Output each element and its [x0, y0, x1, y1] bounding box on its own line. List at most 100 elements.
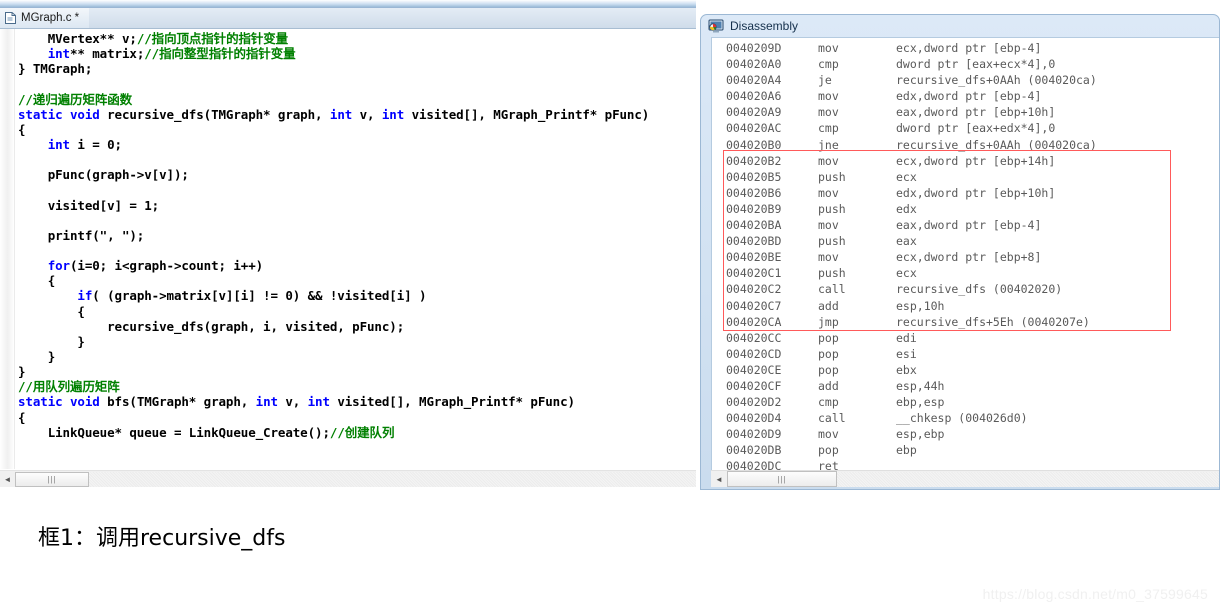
- disassembly-row[interactable]: 004020D2 cmp ebp,esp: [726, 394, 1097, 410]
- instruction-operands: edx: [896, 201, 917, 216]
- scroll-left-arrow-icon[interactable]: ◄: [0, 472, 15, 487]
- instruction-mnemonic: cmp: [818, 395, 839, 410]
- disassembly-row[interactable]: 004020D9 mov esp,ebp: [726, 426, 1097, 442]
- disassembly-row[interactable]: 004020CD pop esi: [726, 346, 1097, 362]
- code-line: LinkQueue* queue = LinkQueue_Create();//…: [18, 424, 395, 440]
- instruction-operands: recursive_dfs+0AAh (004020ca): [896, 73, 1097, 88]
- code-line: static void recursive_dfs(TMGraph* graph…: [18, 106, 650, 122]
- instruction-operands: recursive_dfs+5Eh (0040207e): [896, 314, 1090, 329]
- code-line: int i = 0;: [47, 136, 122, 152]
- instruction-address: 004020D2: [726, 395, 782, 410]
- disassembly-row[interactable]: 004020A6 mov edx,dword ptr [ebp-4]: [726, 88, 1097, 104]
- disassembly-row[interactable]: 004020C7 add esp,10h: [726, 298, 1097, 314]
- disassembly-row[interactable]: 004020B9 push edx: [726, 201, 1097, 217]
- instruction-address: 004020DB: [726, 443, 782, 458]
- code-line: {: [18, 409, 26, 425]
- instruction-operands: ecx,dword ptr [ebp+14h]: [896, 153, 1056, 168]
- instruction-address: 004020B6: [726, 185, 782, 200]
- instruction-operands: ecx,dword ptr [ebp+8]: [896, 250, 1042, 265]
- instruction-address: 004020CC: [726, 330, 782, 345]
- instruction-mnemonic: push: [818, 266, 846, 281]
- disassembly-row[interactable]: 004020CA jmp recursive_dfs+5Eh (0040207e): [726, 314, 1097, 330]
- instruction-address: 004020BA: [726, 218, 782, 233]
- code-line: pFunc(graph->v[v]);: [18, 167, 189, 183]
- disassembly-row[interactable]: 004020B0 jne recursive_dfs+0AAh (004020ca): [726, 137, 1097, 153]
- instruction-operands: edx,dword ptr [ebp+10h]: [896, 185, 1056, 200]
- disassembly-row[interactable]: 004020B6 mov edx,dword ptr [ebp+10h]: [726, 185, 1097, 201]
- tab-mgraph-c[interactable]: MGraph.c *: [0, 8, 90, 28]
- instruction-address: 0040209D: [726, 41, 782, 55]
- disassembly-row[interactable]: 004020BE mov ecx,dword ptr [ebp+8]: [726, 249, 1097, 265]
- instruction-mnemonic: jne: [818, 137, 839, 152]
- instruction-address: 004020C2: [726, 282, 782, 297]
- instruction-address: 004020C1: [726, 266, 782, 281]
- instruction-mnemonic: call: [818, 282, 846, 297]
- code-line: {: [18, 303, 85, 319]
- disassembly-titlebar[interactable]: Disassembly: [701, 15, 1219, 37]
- instruction-mnemonic: mov: [818, 89, 839, 104]
- code-line: visited[v] = 1;: [18, 197, 160, 213]
- instruction-address: 004020B9: [726, 201, 782, 216]
- instruction-operands: esi: [896, 346, 917, 361]
- code-text-area[interactable]: MVertex** v;//指向顶点指针的指针变量 int** matrix;/…: [0, 29, 696, 469]
- disassembly-listing[interactable]: 0040209D mov ecx,dword ptr [ebp-4] 004020A0…: [711, 37, 1219, 482]
- disassembly-row[interactable]: 004020BA mov eax,dword ptr [ebp-4]: [726, 217, 1097, 233]
- instruction-address: 004020AC: [726, 121, 782, 136]
- disassembly-row[interactable]: 004020C2 call recursive_dfs (00402020): [726, 281, 1097, 297]
- instruction-operands: ebp: [896, 443, 917, 458]
- editor-window-top-border: [0, 0, 696, 8]
- disassembly-row[interactable]: 004020A0 cmp dword ptr [eax+ecx*4],0: [726, 56, 1097, 72]
- instruction-operands: ecx: [896, 169, 917, 184]
- instruction-address: 004020A4: [726, 73, 782, 88]
- disassembly-row[interactable]: 004020AC cmp dword ptr [eax+edx*4],0: [726, 120, 1097, 136]
- scrollbar-thumb[interactable]: |||: [15, 471, 89, 487]
- disassembly-row[interactable]: 004020A4 je recursive_dfs+0AAh (004020ca): [726, 72, 1097, 88]
- code-line: {: [18, 121, 26, 137]
- instruction-operands: recursive_dfs+0AAh (004020ca): [896, 137, 1097, 152]
- instruction-mnemonic: add: [818, 378, 839, 393]
- code-line: }: [18, 348, 56, 364]
- instruction-operands: esp,44h: [896, 378, 945, 393]
- disassembly-row[interactable]: 004020A9 mov eax,dword ptr [ebp+10h]: [726, 104, 1097, 120]
- disassembly-row[interactable]: 004020BD push eax: [726, 233, 1097, 249]
- scrollbar-track[interactable]: [837, 471, 1219, 487]
- editor-tab-strip: MGraph.c *: [0, 8, 696, 29]
- disassembly-row[interactable]: 004020D4 call __chkesp (004026d0): [726, 410, 1097, 426]
- code-line: printf(", ");: [18, 227, 145, 243]
- scrollbar-thumb[interactable]: |||: [727, 471, 837, 487]
- instruction-address: 004020BE: [726, 250, 782, 265]
- instruction-operands: esp,10h: [896, 298, 945, 313]
- disassembly-horizontal-scrollbar[interactable]: ◄ |||: [711, 470, 1219, 487]
- instruction-mnemonic: push: [818, 169, 846, 184]
- disassembly-row[interactable]: 004020CE pop ebx: [726, 362, 1097, 378]
- instruction-mnemonic: cmp: [818, 121, 839, 136]
- code-editor-window: MGraph.c * MVertex** v;//指向顶点指针的指针变量 int…: [0, 0, 696, 490]
- code-line: if( (graph->matrix[v][i] != 0) && !visit…: [77, 288, 427, 304]
- disassembly-row[interactable]: 004020CC pop edi: [726, 330, 1097, 346]
- instruction-address: 004020CD: [726, 346, 782, 361]
- instruction-operands: dword ptr [eax+edx*4],0: [896, 121, 1056, 136]
- disassembly-row[interactable]: 004020B2 mov ecx,dword ptr [ebp+14h]: [726, 153, 1097, 169]
- disassembly-row[interactable]: 004020C1 push ecx: [726, 265, 1097, 281]
- instruction-operands: recursive_dfs (00402020): [896, 282, 1063, 297]
- scrollbar-track[interactable]: [89, 471, 696, 487]
- instruction-operands: esp,ebp: [896, 427, 945, 442]
- instruction-address: 004020A9: [726, 105, 782, 120]
- instruction-mnemonic: add: [818, 298, 839, 313]
- disassembly-row[interactable]: 004020DB pop ebp: [726, 442, 1097, 458]
- scroll-left-arrow-icon[interactable]: ◄: [711, 472, 727, 487]
- code-line: int** matrix;//指向整型指针的指针变量: [47, 46, 296, 62]
- instruction-operands: ecx,dword ptr [ebp-4]: [896, 41, 1042, 55]
- instruction-mnemonic: mov: [818, 153, 839, 168]
- disassembly-row[interactable]: 004020CF add esp,44h: [726, 378, 1097, 394]
- instruction-operands: dword ptr [eax+ecx*4],0: [896, 57, 1056, 72]
- disassembly-row[interactable]: 0040209D mov ecx,dword ptr [ebp-4]: [726, 40, 1097, 56]
- editor-horizontal-scrollbar[interactable]: ◄ |||: [0, 470, 696, 487]
- disassembly-rows: 0040209D mov ecx,dword ptr [ebp-4] 004020A0…: [726, 40, 1097, 475]
- disassembly-row[interactable]: 004020B5 push ecx: [726, 169, 1097, 185]
- code-line: static void bfs(TMGraph* graph, int v, i…: [18, 394, 575, 410]
